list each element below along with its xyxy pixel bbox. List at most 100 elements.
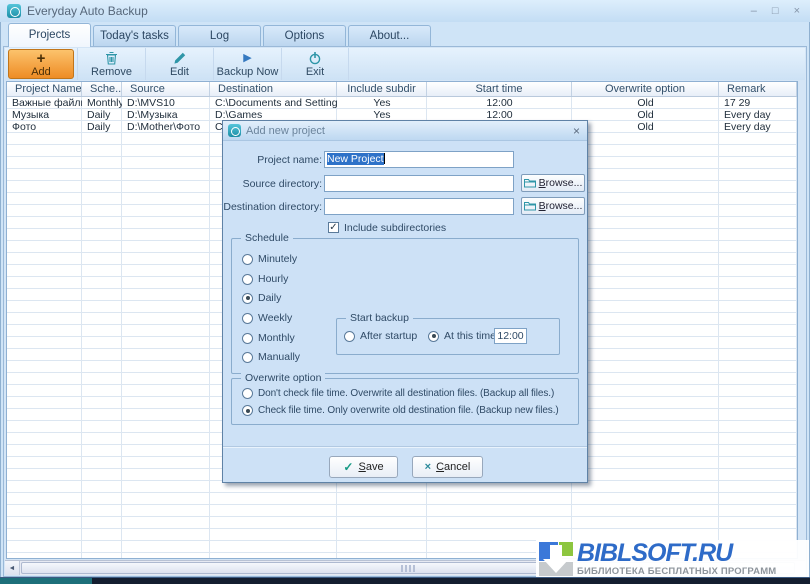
cell: Every day — [719, 121, 797, 133]
time-input[interactable]: 12:00 — [494, 328, 527, 344]
cell: Old — [572, 97, 719, 109]
cell: Yes — [337, 97, 427, 109]
remove-button[interactable]: Remove — [77, 48, 145, 80]
remove-button-label: Remove — [91, 66, 132, 78]
folder-icon — [524, 178, 536, 188]
project-name-input[interactable]: New Project — [324, 151, 514, 168]
edit-button-label: Edit — [170, 66, 189, 78]
text-caret — [384, 153, 385, 164]
save-button[interactable]: ✓ Save — [329, 456, 398, 478]
project-name-label: Project name: — [257, 154, 322, 166]
schedule-groupbox: Schedule Minutely Hourly Daily Weekly Mo… — [231, 238, 579, 374]
radio-manually[interactable]: Manually — [242, 351, 300, 363]
column-header[interactable]: Source — [122, 82, 210, 96]
radio-icon — [242, 274, 253, 285]
cell: D:\Музыка — [122, 109, 210, 121]
tab-about[interactable]: About... — [348, 25, 431, 46]
browse-button-label: Browse... — [539, 177, 583, 189]
destination-directory-input[interactable] — [324, 198, 514, 215]
cell: Old — [572, 109, 719, 121]
selected-text: New Project — [327, 153, 384, 165]
column-header[interactable]: Include subdir — [337, 82, 427, 96]
tab-todays-tasks[interactable]: Today's tasks — [93, 25, 176, 46]
radio-icon — [242, 293, 253, 304]
radio-overwrite-all[interactable]: Don't check file time. Overwrite all des… — [242, 388, 554, 399]
check-icon: ✓ — [343, 460, 353, 474]
radio-label: Hourly — [258, 273, 288, 285]
cell: Музыка — [7, 109, 82, 121]
column-header[interactable]: Destination — [210, 82, 337, 96]
watermark-title: BIBLSOFT.RU — [577, 541, 776, 566]
radio-icon — [428, 331, 439, 342]
overwrite-groupbox: Overwrite option Don't check file time. … — [231, 378, 579, 425]
close-icon[interactable]: × — [794, 5, 800, 17]
radio-minutely[interactable]: Minutely — [242, 253, 297, 265]
tab-projects[interactable]: Projects — [8, 23, 91, 47]
tab-options[interactable]: Options — [263, 25, 346, 46]
app-icon — [7, 4, 21, 18]
backup-now-button[interactable]: ▶ Backup Now — [213, 48, 281, 80]
dialog-title: Add new project — [246, 125, 325, 137]
play-icon: ▶ — [243, 51, 251, 66]
exit-button-label: Exit — [306, 66, 324, 78]
browse-destination-button[interactable]: Browse... — [521, 197, 585, 215]
dialog-close-icon[interactable]: × — [571, 125, 582, 137]
cell: Every day — [719, 109, 797, 121]
folder-icon — [524, 201, 536, 211]
radio-hourly[interactable]: Hourly — [242, 273, 288, 285]
cell: 12:00 — [427, 97, 572, 109]
table-header-row: Project Name Sche... Source Destination … — [7, 82, 797, 97]
radio-label: Check file time. Only overwrite old dest… — [258, 405, 559, 416]
column-header[interactable]: Project Name — [7, 82, 82, 96]
radio-label: Monthly — [258, 332, 295, 344]
watermark-subtitle: БИБЛИОТЕКА БЕСПЛАТНЫХ ПРОГРАММ — [577, 567, 776, 577]
tab-bar: Projects Today's tasks Log Options About… — [3, 22, 807, 46]
include-subdirectories-checkbox[interactable]: ✓ — [328, 222, 339, 233]
radio-daily[interactable]: Daily — [242, 292, 281, 304]
edit-button[interactable]: Edit — [145, 48, 213, 80]
cell: D:\Mother\Фото — [122, 121, 210, 133]
trash-icon — [105, 51, 118, 66]
radio-icon — [242, 333, 253, 344]
plus-icon: + — [37, 51, 46, 66]
x-icon: × — [425, 461, 431, 473]
cell: 17 29 — [719, 97, 797, 109]
pencil-icon — [173, 51, 186, 66]
overwrite-legend: Overwrite option — [241, 372, 325, 384]
table-row[interactable]: Важные файлы Monthly D:\MVS10 C:\Documen… — [7, 97, 797, 109]
radio-label: Daily — [258, 292, 281, 304]
cell: C:\Documents and Settings — [210, 97, 337, 109]
radio-monthly[interactable]: Monthly — [242, 332, 295, 344]
radio-overwrite-old[interactable]: Check file time. Only overwrite old dest… — [242, 405, 559, 416]
add-new-project-dialog: Add new project × Project name: New Proj… — [222, 120, 588, 483]
cell: Важные файлы — [7, 97, 82, 109]
add-button[interactable]: + Add — [8, 49, 74, 79]
destination-directory-label: Destination directory: — [223, 201, 322, 213]
backup-now-button-label: Backup Now — [217, 66, 279, 78]
radio-after-startup[interactable]: After startup — [344, 330, 417, 342]
tab-log[interactable]: Log — [178, 25, 261, 46]
source-directory-input[interactable] — [324, 175, 514, 192]
download-arrow-icon — [539, 542, 573, 576]
column-header[interactable]: Start time — [427, 82, 572, 96]
dialog-title-bar: Add new project × — [223, 121, 587, 141]
cancel-button-label: Cancel — [436, 461, 470, 473]
minimize-icon[interactable]: – — [751, 5, 757, 17]
column-header[interactable]: Sche... — [82, 82, 122, 96]
cancel-button[interactable]: × Cancel — [412, 456, 483, 478]
exit-button[interactable]: Exit — [281, 48, 349, 80]
radio-weekly[interactable]: Weekly — [242, 312, 292, 324]
radio-at-this-time[interactable]: At this time: — [428, 330, 499, 342]
scroll-left-arrow-icon[interactable]: ◄ — [5, 561, 20, 575]
maximize-icon[interactable]: □ — [772, 5, 779, 17]
column-header[interactable]: Remark — [719, 82, 797, 96]
schedule-legend: Schedule — [241, 232, 293, 244]
source-directory-label: Source directory: — [243, 178, 322, 190]
toolbar: + Add Remove Edit ▶ Backup Now — [5, 48, 805, 80]
cell: Daily — [82, 121, 122, 133]
include-subdirectories-label: Include subdirectories — [344, 222, 446, 234]
column-header[interactable]: Overwrite option — [572, 82, 719, 96]
cell: Monthly — [82, 97, 122, 109]
window-title: Everyday Auto Backup — [27, 4, 148, 18]
browse-source-button[interactable]: Browse... — [521, 174, 585, 192]
